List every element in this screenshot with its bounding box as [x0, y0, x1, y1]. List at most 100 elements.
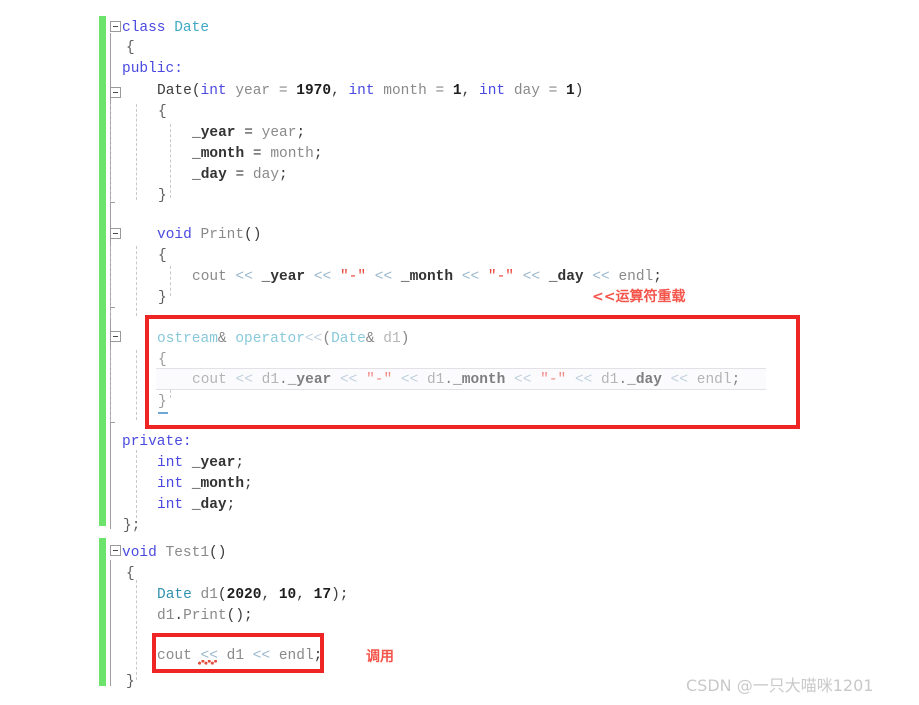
token-member-month-3: _month: [453, 372, 506, 388]
code-line-19[interactable]: }: [158, 392, 167, 413]
code-line-9[interactable]: }: [158, 186, 167, 207]
token-string-dash-1: "-": [339, 269, 367, 285]
token-keyword-public: public:: [122, 61, 183, 77]
code-line-28[interactable]: d1.Print();: [157, 606, 253, 627]
token-obj-d1-3: d1: [601, 372, 619, 388]
token-keyword-private: private:: [122, 434, 192, 450]
code-line-18[interactable]: cout << d1._year << "-" << d1._month << …: [192, 370, 740, 391]
token-param-year: year: [235, 83, 271, 99]
indent-guide-8: [136, 580, 137, 680]
token-string-dash-4: "-": [540, 372, 567, 388]
token-cout-3: cout: [157, 648, 192, 664]
token-obj-d1-2: d1: [426, 372, 445, 388]
token-cout-1: cout: [192, 269, 227, 285]
token-fn-print-call: Print: [183, 608, 227, 624]
code-line-21[interactable]: int _year;: [157, 453, 244, 474]
token-default-month: 1: [452, 83, 462, 99]
token-keyword-int-5: int: [157, 476, 184, 492]
code-line-30[interactable]: cout << d1 << endl;: [157, 646, 322, 667]
indent-guide-3: [136, 246, 137, 316]
fold-tick-ctor-end: [110, 202, 115, 203]
text-caret: [158, 412, 168, 414]
token-shift-7: <<: [235, 372, 253, 388]
token-shift-2: <<: [313, 269, 332, 285]
token-type-ostream: ostream: [157, 331, 218, 347]
code-line-14[interactable]: }: [158, 288, 167, 309]
fold-toggle-test1[interactable]: [110, 545, 121, 556]
code-line-2[interactable]: {: [126, 38, 135, 59]
code-line-17[interactable]: {: [158, 350, 167, 371]
indent-guide-2: [170, 124, 171, 198]
token-member-year-3: _year: [287, 372, 332, 388]
token-member-year-2: _year: [261, 269, 306, 285]
token-type-date: Date: [174, 20, 210, 36]
token-keyword-void-1: void: [157, 227, 192, 243]
token-default-day: 1: [566, 83, 575, 99]
change-bar-top: [99, 16, 106, 526]
fold-toggle-operator[interactable]: [110, 331, 121, 342]
token-shift-4: <<: [461, 269, 480, 285]
token-keyword-void-2: void: [122, 545, 157, 561]
code-line-22[interactable]: int _month;: [157, 474, 253, 495]
token-param-year-use: year: [261, 125, 297, 141]
token-obj-d1-4: d1: [226, 648, 245, 664]
code-line-3[interactable]: public:: [122, 59, 183, 80]
code-line-5[interactable]: {: [158, 102, 167, 123]
token-shift-6: <<: [592, 269, 610, 285]
code-line-11[interactable]: void Print(): [157, 225, 261, 246]
code-line-31[interactable]: }: [126, 672, 135, 693]
fold-tick-operator-end: [110, 422, 115, 423]
code-line-4[interactable]: Date(int year = 1970, int month = 1, int…: [157, 81, 583, 102]
code-line-13[interactable]: cout << _year << "-" << _month << "-" <<…: [192, 267, 662, 288]
token-default-1970: 1970: [296, 83, 332, 99]
token-shift-10: <<: [514, 372, 532, 388]
code-line-24[interactable]: };: [123, 516, 140, 537]
token-cout-2: cout: [192, 372, 227, 388]
token-param-month: month: [383, 83, 427, 99]
token-param-day-use: day: [252, 167, 280, 183]
token-member-month-1: _month: [192, 146, 245, 162]
code-line-1[interactable]: class Date: [122, 18, 209, 39]
indent-guide-7: [136, 450, 137, 518]
code-line-20[interactable]: private:: [122, 432, 192, 453]
code-line-26[interactable]: {: [126, 564, 135, 585]
fold-toggle-class[interactable]: [110, 21, 121, 32]
token-ctor-name: Date: [157, 83, 192, 99]
code-line-7[interactable]: _month = month;: [192, 144, 323, 165]
token-param-day: day: [513, 83, 540, 99]
token-member-day-3: _day: [627, 372, 662, 388]
code-line-16[interactable]: ostream& operator<<(Date& d1): [157, 329, 409, 350]
token-keyword-int-2: int: [348, 83, 375, 99]
token-keyword-int-3: int: [479, 83, 506, 99]
token-type-date-decl: Date: [157, 587, 192, 603]
code-line-27[interactable]: Date d1(2020, 10, 17);: [157, 585, 348, 606]
fold-rail-test1: [110, 560, 111, 686]
code-line-8[interactable]: _day = day;: [192, 165, 288, 186]
token-shift-12: <<: [670, 372, 689, 388]
annotation-label-operator-overload: <<运算符重载: [592, 289, 686, 305]
token-fn-print: Print: [200, 227, 245, 243]
token-type-date-param: Date: [331, 331, 366, 347]
token-obj-d1-1: d1: [261, 372, 280, 388]
token-member-year-1: _year: [192, 125, 236, 141]
token-shift-5: <<: [522, 269, 541, 285]
token-shift-3: <<: [374, 269, 393, 285]
token-shift-8: <<: [339, 372, 358, 388]
indent-guide-1: [136, 104, 137, 200]
annotation-label-call: 调用: [366, 649, 394, 665]
token-shift-11: <<: [574, 372, 593, 388]
indent-guide-5: [136, 350, 137, 420]
token-var-d1: d1: [200, 587, 218, 603]
token-string-dash-3: "-": [366, 372, 393, 388]
code-line-6[interactable]: _year = year;: [192, 123, 305, 144]
code-line-25[interactable]: void Test1(): [122, 543, 226, 564]
code-editor[interactable]: class Date { public: Date(int year = 197…: [0, 0, 919, 705]
indent-guide-4: [170, 266, 171, 296]
code-line-23[interactable]: int _day;: [157, 495, 235, 516]
code-line-12[interactable]: {: [158, 246, 167, 267]
fold-toggle-print[interactable]: [110, 228, 121, 239]
token-fn-test1: Test1: [165, 545, 210, 561]
change-bar-bottom: [99, 538, 106, 686]
token-member-month-4: _month: [191, 476, 245, 492]
fold-toggle-ctor[interactable]: [110, 87, 121, 98]
